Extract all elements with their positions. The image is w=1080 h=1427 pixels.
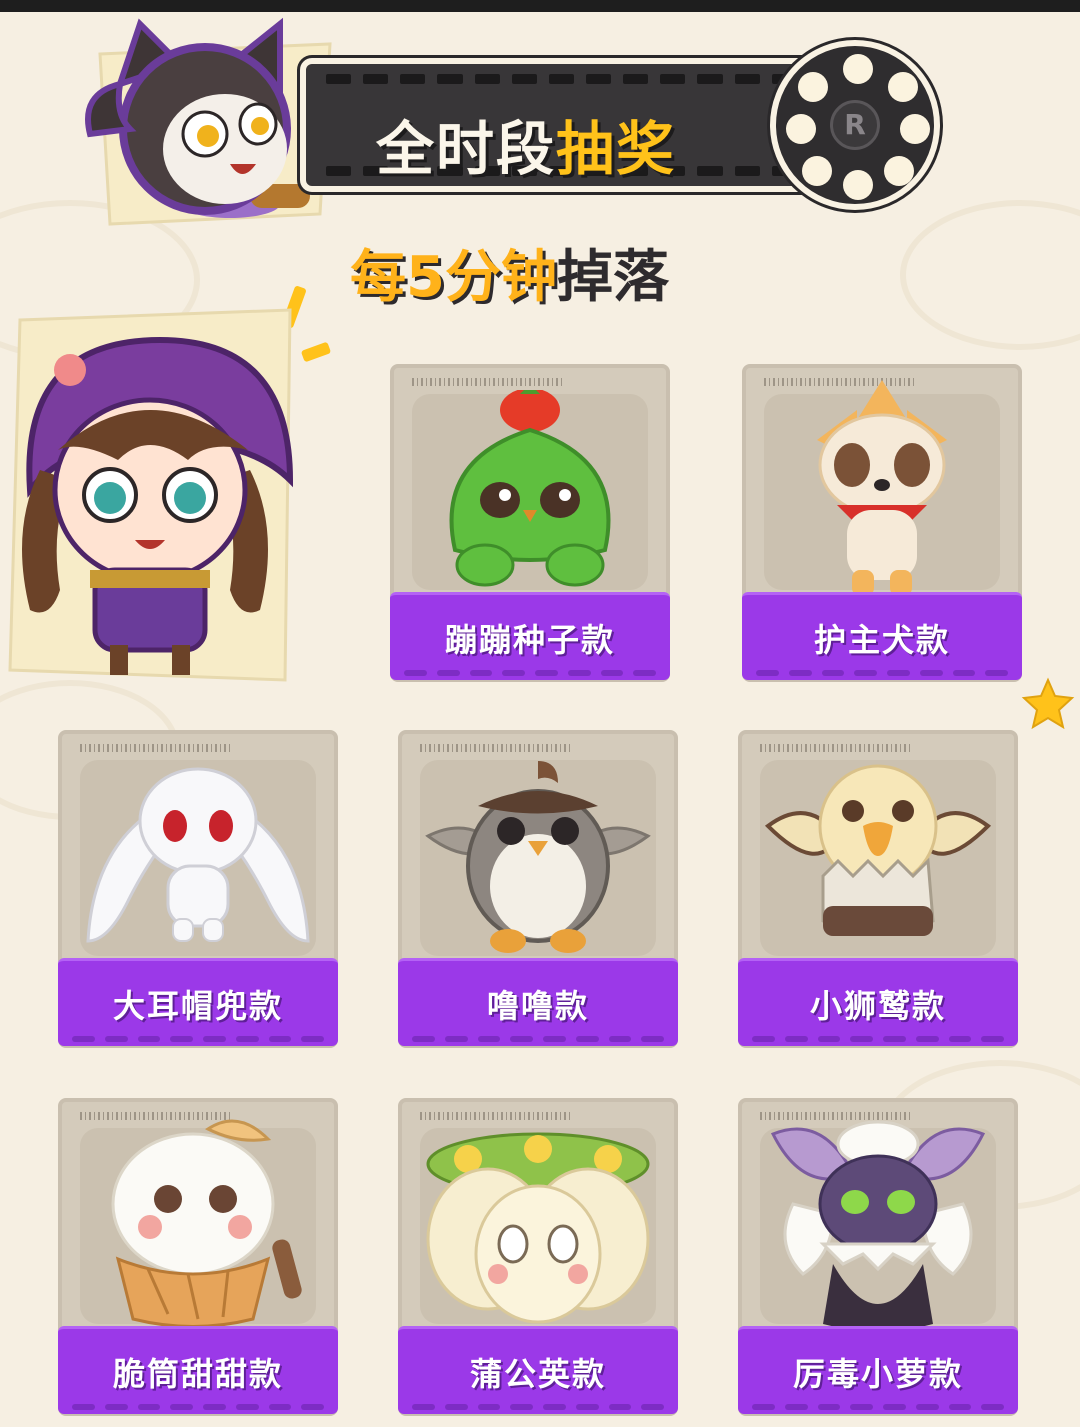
status-bar <box>0 0 1080 12</box>
film-reel-icon: R <box>770 40 940 210</box>
product-image-area <box>760 1120 996 1332</box>
product-label: 护主犬款 <box>742 592 1022 680</box>
sparkle-icon <box>300 341 332 363</box>
grey-owl-plush-icon <box>423 756 653 960</box>
title-part-white: 全时段 <box>376 115 557 183</box>
subtitle-part-dark: 掉落 <box>556 245 669 310</box>
product-label-text: 小狮鹫款 <box>809 986 946 1025</box>
product-card[interactable]: 蹦蹦种子款 <box>390 364 670 682</box>
product-card[interactable]: 大耳帽兜款 <box>58 730 338 1048</box>
subtitle-part-orange: 每5分钟 <box>350 245 557 310</box>
product-label-text: 蒲公英款 <box>469 1354 606 1393</box>
fox-dog-plush-icon <box>797 380 967 604</box>
ice-cream-cone-plush-icon <box>88 1119 308 1333</box>
product-label: 蹦蹦种子款 <box>390 592 670 680</box>
product-image-area <box>764 380 1000 596</box>
product-label: 厉毒小萝款 <box>738 1326 1018 1414</box>
product-label: 大耳帽兜款 <box>58 958 338 1046</box>
product-label-text: 蹦蹦种子款 <box>444 620 615 659</box>
product-image-area <box>760 760 996 956</box>
product-card[interactable]: 噜噜款 <box>398 730 678 1048</box>
product-label-text: 大耳帽兜款 <box>112 986 283 1025</box>
product-label-text: 护主犬款 <box>813 620 950 659</box>
product-image-area <box>80 760 316 956</box>
product-image-area <box>80 1119 316 1328</box>
product-image-area <box>420 760 656 956</box>
page-title: 全时段抽奖 <box>376 102 676 186</box>
product-label: 小狮鹫款 <box>738 958 1018 1046</box>
product-label-text: 噜噜款 <box>486 986 589 1025</box>
promo-page: 全时段抽奖 R 每5分钟掉落 蹦蹦种子款 护主犬款 大耳帽兜款 噜噜款 小狮鹫款… <box>0 0 1080 1427</box>
product-card[interactable]: 小狮鹫款 <box>738 730 1018 1048</box>
girl-mascot-icon <box>0 300 300 690</box>
product-label: 蒲公英款 <box>398 1326 678 1414</box>
product-image-area <box>412 384 648 590</box>
product-label-text: 脆筒甜甜款 <box>112 1354 283 1393</box>
purple-flower-creature-plush-icon <box>763 1114 993 1338</box>
white-bunny-plush-icon <box>83 761 313 955</box>
product-label: 噜噜款 <box>398 958 678 1046</box>
header-banner: 全时段抽奖 R <box>300 40 940 210</box>
subtitle: 每5分钟掉落 <box>350 232 669 313</box>
griffin-chick-plush-icon <box>763 756 993 960</box>
product-card[interactable]: 厉毒小萝款 <box>738 1098 1018 1416</box>
green-cactus-plush-icon <box>435 384 625 594</box>
dandelion-plush-icon <box>418 1124 658 1328</box>
star-icon <box>1020 676 1076 732</box>
product-card[interactable]: 脆筒甜甜款 <box>58 1098 338 1416</box>
product-card[interactable]: 护主犬款 <box>742 364 1022 682</box>
background-swirl <box>900 200 1080 350</box>
product-label: 脆筒甜甜款 <box>58 1326 338 1414</box>
product-image-area <box>420 1128 656 1324</box>
reel-logo: R <box>830 100 880 150</box>
title-part-yellow: 抽奖 <box>556 115 677 183</box>
product-label-text: 厉毒小萝款 <box>792 1354 963 1393</box>
product-card[interactable]: 蒲公英款 <box>398 1098 678 1416</box>
